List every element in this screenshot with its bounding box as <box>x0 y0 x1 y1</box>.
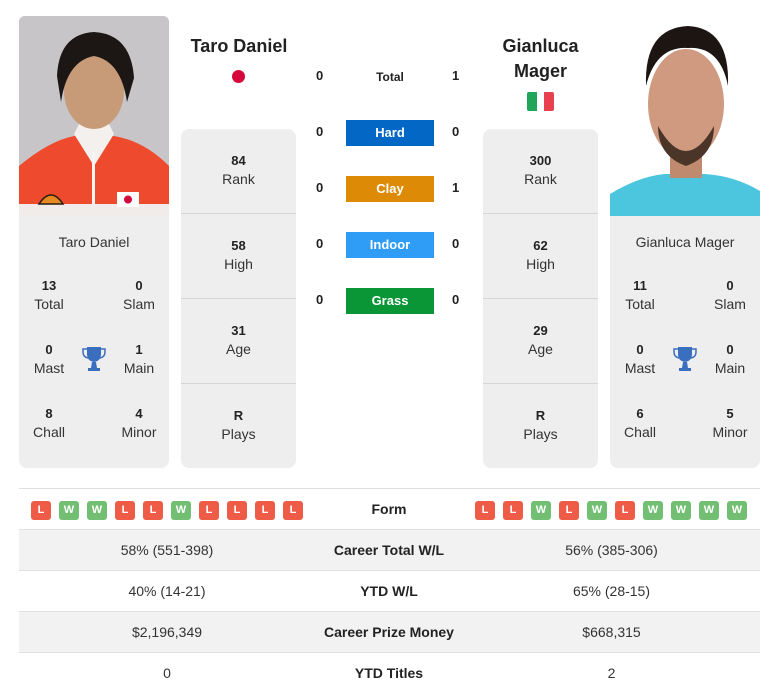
form-label: Form <box>371 501 407 517</box>
form-badge-loss[interactable]: L <box>283 501 303 520</box>
left-value: $2,196,349 <box>131 624 203 640</box>
stat-masters-titles: 0 Mast <box>624 342 656 376</box>
h2h-row-grass: 0 Grass 0 <box>310 288 470 314</box>
right-value: $668,315 <box>582 624 641 640</box>
table-row: $2,196,349 Career Prize Money $668,315 <box>19 612 760 653</box>
h2h-row-total: 0 Total 1 <box>310 64 470 90</box>
player-photo-right[interactable] <box>610 16 760 216</box>
form-row: LWWLLWLLLL Form LLWLWLWWWW <box>19 489 760 530</box>
form-badge-win[interactable]: W <box>587 501 607 520</box>
row-label: YTD Titles <box>354 665 424 681</box>
form-badge-win[interactable]: W <box>727 501 747 520</box>
h2h-row-clay: 0 Clay 1 <box>310 176 470 202</box>
h2h-right-score: 0 <box>452 292 460 307</box>
form-badge-win[interactable]: W <box>59 501 79 520</box>
right-value: 65% (28-15) <box>572 583 651 599</box>
h2h-left-score: 0 <box>316 68 324 83</box>
stat-main-titles: 0 Main <box>714 342 746 376</box>
form-badge-win[interactable]: W <box>531 501 551 520</box>
stat-slam-titles: 0 Slam <box>714 278 746 312</box>
left-value: 58% (551-398) <box>120 542 214 558</box>
surface-indoor-button[interactable]: Indoor <box>346 232 434 258</box>
surface-clay-button[interactable]: Clay <box>346 176 434 202</box>
form-badge-loss[interactable]: L <box>475 501 495 520</box>
form-badge-loss[interactable]: L <box>559 501 579 520</box>
stat-total-titles: 13 Total <box>34 278 64 312</box>
left-value: 40% (14-21) <box>128 583 206 599</box>
h2h-left-score: 0 <box>316 180 324 195</box>
row-label: Career Prize Money <box>324 624 454 640</box>
form-badges-left: LWWLLWLLLL <box>31 501 303 520</box>
trophy-icon <box>82 347 106 371</box>
form-badge-win[interactable]: W <box>87 501 107 520</box>
form-badge-loss[interactable]: L <box>255 501 275 520</box>
form-badge-loss[interactable]: L <box>199 501 219 520</box>
player-portrait-image <box>610 16 760 216</box>
stat-slam-titles: 0 Slam <box>123 278 155 312</box>
player-heading-right[interactable]: Gianluca Mager <box>483 34 598 84</box>
trophy-icon <box>673 347 697 371</box>
stat-minor-titles: 4 Minor <box>121 406 157 440</box>
player-name-left[interactable]: Taro Daniel <box>19 234 169 250</box>
h2h-right-score: 1 <box>452 68 460 83</box>
form-badge-loss[interactable]: L <box>115 501 135 520</box>
japan-flag-icon <box>232 70 245 83</box>
stat-minor-titles: 5 Minor <box>712 406 748 440</box>
h2h-right-score: 0 <box>452 124 460 139</box>
player-titles-card-right: Gianluca Mager 11 Total 0 Slam 0 Mast 0 Main… <box>610 216 760 468</box>
row-label: YTD W/L <box>360 583 418 599</box>
player-name-right[interactable]: Gianluca Mager <box>610 234 760 250</box>
form-badge-loss[interactable]: L <box>227 501 247 520</box>
form-badge-win[interactable]: W <box>643 501 663 520</box>
italy-flag-icon <box>527 92 555 111</box>
table-row: 40% (14-21) YTD W/L 65% (28-15) <box>19 571 760 612</box>
player-titles-card-left: Taro Daniel 13 Total 0 Slam 0 Mast 1 Main 8C… <box>19 216 169 468</box>
rank-cell: 84 Rank <box>222 153 255 187</box>
age-cell: 31 Age <box>226 323 251 357</box>
form-badge-win[interactable]: W <box>671 501 691 520</box>
player-info-left: 84 Rank 58 High 31 Age R Plays <box>181 129 296 468</box>
stat-challenger-titles: 6 Chall <box>624 406 656 440</box>
stat-masters-titles: 0 Mast <box>33 342 65 376</box>
table-row: 0 YTD Titles 2 <box>19 653 760 694</box>
rank-cell: 300 Rank <box>524 153 557 187</box>
career-high-cell: 62 High <box>526 238 555 272</box>
h2h-left-score: 0 <box>316 124 324 139</box>
surface-grass-button[interactable]: Grass <box>346 288 434 314</box>
form-badge-loss[interactable]: L <box>143 501 163 520</box>
comparison-table: LWWLLWLLLL Form LLWLWLWWWW 58% (551-398)… <box>19 488 760 694</box>
player-portrait-image <box>19 16 169 216</box>
h2h-right-score: 0 <box>452 236 460 251</box>
form-badge-loss[interactable]: L <box>31 501 51 520</box>
row-label: Career Total W/L <box>333 542 445 558</box>
form-badges-right: LLWLWLWWWW <box>475 501 747 520</box>
stat-challenger-titles: 8 Chall <box>33 406 65 440</box>
h2h-right-score: 1 <box>452 180 460 195</box>
h2h-row-hard: 0 Hard 0 <box>310 120 470 146</box>
left-value: 0 <box>163 665 171 681</box>
player-info-right: 300 Rank 62 High 29 Age R Plays <box>483 129 598 468</box>
h2h-label-total: Total <box>376 70 404 84</box>
form-badge-win[interactable]: W <box>171 501 191 520</box>
h2h-left-score: 0 <box>316 236 324 251</box>
form-badge-win[interactable]: W <box>699 501 719 520</box>
right-value: 2 <box>607 665 616 681</box>
table-row: 58% (551-398) Career Total W/L 56% (385-… <box>19 530 760 571</box>
plays-cell: R Plays <box>221 408 256 442</box>
surface-hard-button[interactable]: Hard <box>346 120 434 146</box>
player-photo-left[interactable] <box>19 16 169 216</box>
stat-main-titles: 1 Main <box>123 342 155 376</box>
stat-total-titles: 11 Total <box>625 278 655 312</box>
career-high-cell: 58 High <box>224 238 253 272</box>
form-badge-loss[interactable]: L <box>503 501 523 520</box>
plays-cell: R Plays <box>523 408 558 442</box>
player-heading-left[interactable]: Taro Daniel <box>180 34 298 59</box>
age-cell: 29 Age <box>528 323 553 357</box>
form-badge-loss[interactable]: L <box>615 501 635 520</box>
right-value: 56% (385-306) <box>565 542 658 558</box>
h2h-row-indoor: 0 Indoor 0 <box>310 232 470 258</box>
h2h-left-score: 0 <box>316 292 324 307</box>
